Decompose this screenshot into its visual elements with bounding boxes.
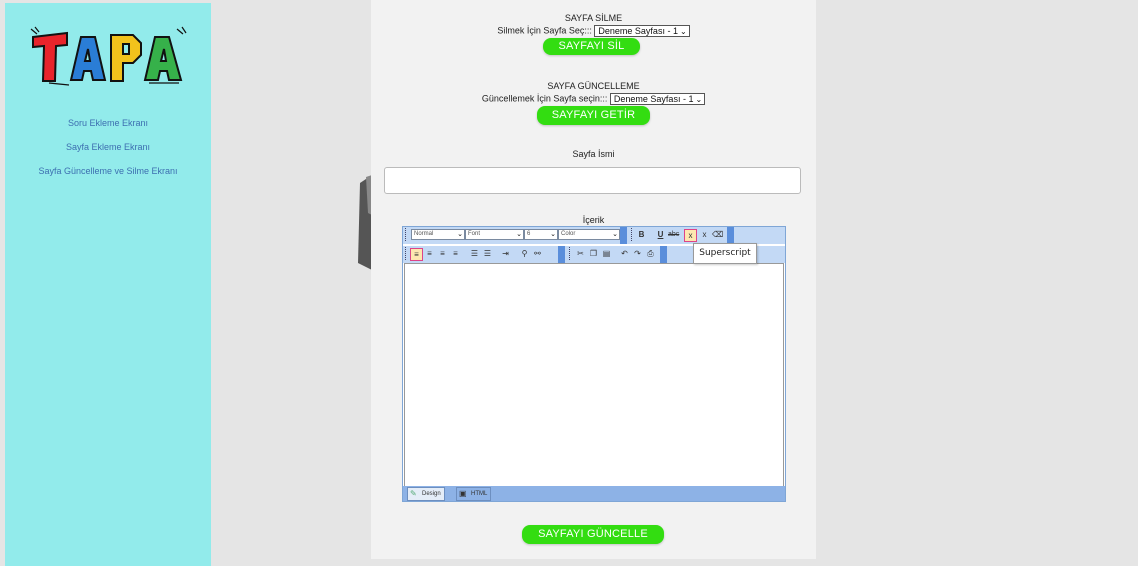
editor-content-area[interactable] xyxy=(404,263,784,488)
insert-link-icon[interactable]: ⚲ xyxy=(519,248,530,259)
copy-icon[interactable]: ❐ xyxy=(588,248,599,259)
align-left-icon[interactable]: ≡ xyxy=(410,248,423,261)
toolbar-end-handle xyxy=(660,246,667,263)
html-icon: ▣ xyxy=(459,489,467,498)
editor-mode-bar: ✎ Design ▣ HTML xyxy=(403,486,785,501)
tapa-logo-image xyxy=(30,26,187,86)
align-center-icon[interactable]: ≡ xyxy=(424,248,435,259)
toolbar-grip[interactable] xyxy=(631,228,635,241)
logo[interactable] xyxy=(29,25,189,87)
font-select[interactable]: Font ⌄ xyxy=(465,229,524,240)
chevron-down-icon: ⌄ xyxy=(695,95,703,104)
paragraph-format-value: Normal xyxy=(414,231,434,237)
subscript-icon[interactable]: x xyxy=(699,229,710,240)
font-size-value: 6 xyxy=(527,231,531,237)
main-panel: SAYFA SİLME Silmek İçin Sayfa Seç::: Den… xyxy=(371,0,816,559)
color-value: Color xyxy=(561,231,576,237)
undo-icon[interactable]: ↶ xyxy=(619,248,630,259)
toolbar-grip[interactable] xyxy=(405,228,409,241)
chevron-down-icon: ⌄ xyxy=(550,231,556,238)
paste-icon[interactable]: ▤ xyxy=(601,248,612,259)
toolbar-grip[interactable] xyxy=(405,247,409,260)
unordered-list-icon[interactable]: ☰ xyxy=(482,248,493,259)
tab-design[interactable]: ✎ Design xyxy=(407,487,445,501)
eraser-icon[interactable]: ⌫ xyxy=(712,229,723,240)
delete-prompt: Silmek İçin Sayfa Seç::: xyxy=(497,25,592,36)
sidebar: Soru Ekleme Ekranı Sayfa Ekleme Ekranı S… xyxy=(5,3,211,566)
unlink-icon[interactable]: ⚯ xyxy=(532,248,543,259)
redo-icon[interactable]: ↷ xyxy=(632,248,643,259)
chevron-down-icon: ⌄ xyxy=(612,231,618,238)
update-row: Güncellemek İçin Sayfa seçin::: Deneme S… xyxy=(371,93,816,105)
tab-html-label: HTML xyxy=(471,491,488,497)
toolbar-end-handle xyxy=(620,227,627,244)
font-value: Font xyxy=(468,231,481,237)
superscript-tooltip: Superscript xyxy=(693,243,757,264)
delete-page-select-value: Deneme Sayfası - 1 xyxy=(598,26,678,36)
update-page-select-value: Deneme Sayfası - 1 xyxy=(613,94,694,104)
sidebar-item-soru-ekleme[interactable]: Soru Ekleme Ekranı xyxy=(5,118,211,128)
align-right-icon[interactable]: ≡ xyxy=(437,248,448,259)
tab-html[interactable]: ▣ HTML xyxy=(456,487,492,501)
delete-page-button[interactable]: SAYFAYI SİL xyxy=(543,38,640,55)
sidebar-item-sayfa-ekleme[interactable]: Sayfa Ekleme Ekranı xyxy=(5,142,211,152)
delete-row: Silmek İçin Sayfa Seç::: Deneme Sayfası … xyxy=(371,25,816,37)
paragraph-format-select[interactable]: Normal ⌄ xyxy=(411,229,465,240)
update-page-button[interactable]: SAYFAYI GÜNCELLE xyxy=(522,525,664,544)
toolbar-grip[interactable] xyxy=(569,247,573,260)
indent-icon[interactable]: ⇥ xyxy=(500,248,511,259)
update-prompt: Güncellemek İçin Sayfa seçin::: xyxy=(481,93,608,104)
print-icon[interactable]: ⎙ xyxy=(645,248,656,259)
page-name-input[interactable] xyxy=(384,167,801,194)
delete-section-title: SAYFA SİLME xyxy=(564,13,623,23)
chevron-down-icon: ⌄ xyxy=(457,231,463,238)
font-size-select[interactable]: 6 ⌄ xyxy=(524,229,558,240)
delete-page-select[interactable]: Deneme Sayfası - 1 ⌄ xyxy=(594,25,690,37)
underline-icon[interactable]: U xyxy=(655,229,666,240)
toolbar-end-handle xyxy=(727,227,734,244)
toolbar-end-handle xyxy=(558,246,565,263)
chevron-down-icon: ⌄ xyxy=(679,27,687,36)
design-icon: ✎ xyxy=(410,489,417,498)
update-page-select[interactable]: Deneme Sayfası - 1 ⌄ xyxy=(609,93,706,105)
align-justify-icon[interactable]: ≡ xyxy=(450,248,461,259)
background-shape xyxy=(358,175,372,270)
cut-icon[interactable]: ✂ xyxy=(575,248,586,259)
page-name-label: Sayfa İsmi xyxy=(572,149,615,159)
content-label: İçerik xyxy=(582,215,605,225)
tab-design-label: Design xyxy=(422,491,441,497)
update-section-title: SAYFA GÜNCELLEME xyxy=(547,81,640,91)
strikethrough-icon[interactable]: abc xyxy=(668,229,679,240)
fetch-page-button[interactable]: SAYFAYI GETİR xyxy=(537,106,650,125)
bold-icon[interactable]: B xyxy=(636,229,647,240)
ordered-list-icon[interactable]: ☰ xyxy=(469,248,480,259)
superscript-icon[interactable]: x xyxy=(684,229,697,242)
editor-toolbar-row-1: Normal ⌄ Font ⌄ 6 ⌄ Color ⌄ B U abc x x ⌫ xyxy=(403,227,785,244)
chevron-down-icon: ⌄ xyxy=(516,231,522,238)
color-select[interactable]: Color ⌄ xyxy=(558,229,620,240)
sidebar-item-sayfa-guncelleme-silme[interactable]: Sayfa Güncelleme ve Silme Ekranı xyxy=(5,166,211,176)
rich-text-editor: Normal ⌄ Font ⌄ 6 ⌄ Color ⌄ B U abc x x ⌫ ≡ … xyxy=(402,226,786,502)
